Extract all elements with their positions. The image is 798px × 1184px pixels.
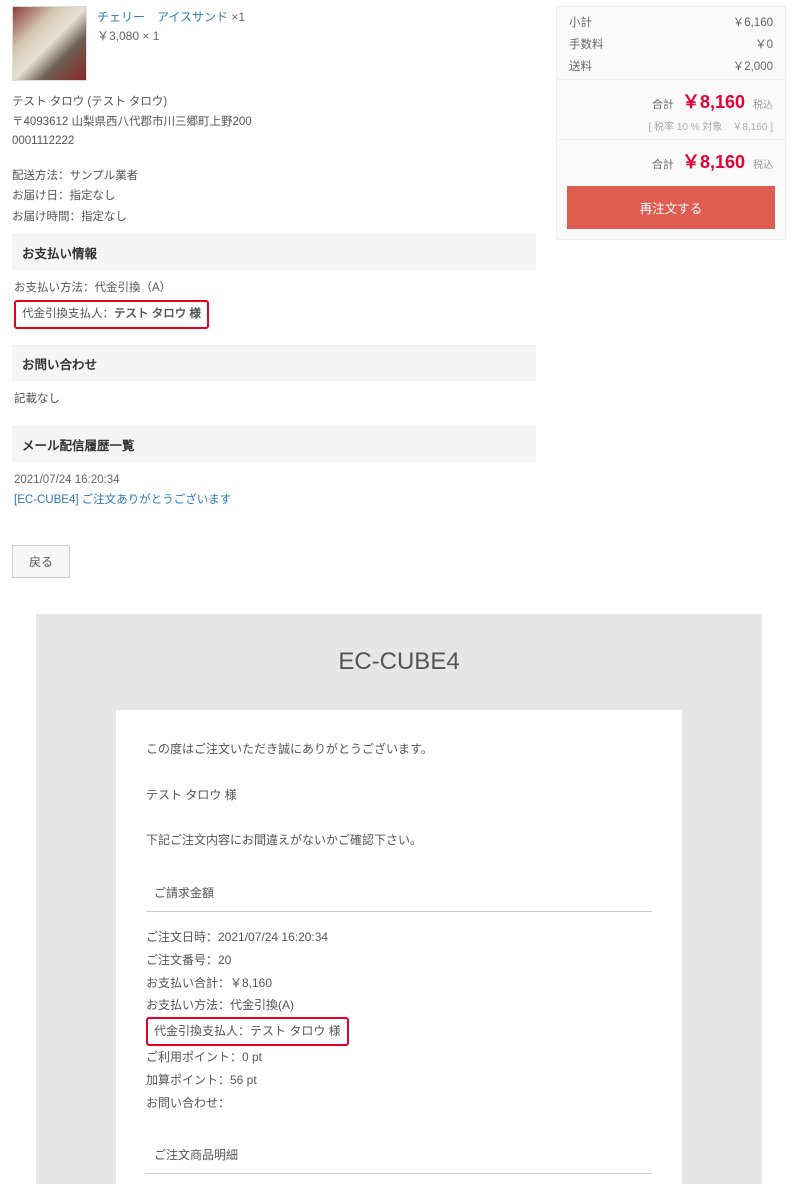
fee-label: 手数料 [569, 36, 604, 52]
email-section-items: ご注文商品明細 [146, 1138, 652, 1174]
subtotal-label: 小計 [569, 14, 592, 30]
contact-section-header: お問い合わせ [12, 345, 536, 381]
payment-payer-name: テスト タロウ 様 [114, 308, 201, 320]
summary-ship-row: 送料 ￥2,000 [569, 55, 773, 77]
summary-panel: 小計 ￥6,160 手数料 ￥0 送料 ￥2,000 合計 ￥8,160 税込 … [556, 6, 786, 240]
email-pay-total: お支払い合計：￥8,160 [146, 972, 652, 995]
email-section-bill: ご請求金額 [146, 876, 652, 912]
product-row: チェリー アイスサンド ×1 ￥3,080 × 1 [12, 6, 536, 81]
back-button[interactable]: 戻る [12, 545, 70, 578]
tax-detail: [ 税率 10 % 対象 ￥8,160 ] [557, 118, 785, 139]
grand-tax-label: 税込 [753, 156, 773, 171]
payment-method: お支払い方法：代金引換（A） [14, 278, 530, 299]
total-tax-label: 税込 [753, 96, 773, 111]
shipping-time: お届け時間：指定なし [12, 207, 536, 228]
fee-value: ￥0 [755, 36, 773, 52]
email-add-point: 加算ポイント：56 pt [146, 1069, 652, 1092]
email-customer: テスト タロウ 様 [146, 784, 652, 807]
email-order-no: ご注文番号：20 [146, 949, 652, 972]
product-qty: ×1 [228, 10, 245, 24]
email-payer-highlight: 代金引換支払人：テスト タロウ 様 [146, 1017, 349, 1046]
email-pay-method: お支払い方法：代金引換(A) [146, 994, 652, 1017]
email-confirm: 下記ご注文内容にお間違えがないかご確認下さい。 [146, 829, 652, 852]
shipping-method: 配送方法：サンプル業者 [12, 166, 536, 187]
email-preview-panel: EC-CUBE4 この度はご注文いただき誠にありがとうございます。 テスト タロ… [36, 614, 762, 1184]
total-value: ￥8,160 [682, 88, 745, 114]
total-label: 合計 [652, 96, 674, 112]
email-order-date: ご注文日時：2021/07/24 16:20:34 [146, 926, 652, 949]
product-price: ￥3,080 × 1 [97, 27, 245, 44]
shipping-method-block: 配送方法：サンプル業者 お届け日：指定なし お届け時間：指定なし [12, 166, 536, 228]
email-body: この度はご注文いただき誠にありがとうございます。 テスト タロウ 様 下記ご注文… [116, 710, 682, 1184]
email-title: EC-CUBE4 [36, 648, 762, 676]
mail-section-body: 2021/07/24 16:20:34 [EC-CUBE4] ご注文ありがとうご… [12, 462, 536, 521]
contact-body: 記載なし [12, 381, 536, 420]
email-greeting: この度はご注文いただき誠にありがとうございます。 [146, 738, 652, 761]
payment-payer-prefix: 代金引換支払人： [22, 308, 114, 320]
ship-label: 送料 [569, 58, 592, 74]
ship-value: ￥2,000 [733, 58, 773, 74]
summary-fee-row: 手数料 ￥0 [569, 33, 773, 55]
subtotal-value: ￥6,160 [733, 14, 773, 30]
product-image [12, 6, 87, 81]
mail-link[interactable]: [EC-CUBE4] ご注文ありがとうございます [14, 494, 231, 506]
payment-section-header: お支払い情報 [12, 234, 536, 270]
shipping-date: お届け日：指定なし [12, 186, 536, 207]
payment-payer-highlight: 代金引換支払人：テスト タロウ 様 [14, 300, 209, 329]
email-contact: お問い合わせ： [146, 1092, 652, 1115]
mail-section-header: メール配信履歴一覧 [12, 426, 536, 462]
product-name[interactable]: チェリー アイスサンド ×1 [97, 8, 245, 25]
shipping-address: 〒4093612 山梨県西八代郡市川三郷町上野200 [12, 113, 536, 133]
shipping-address-block: テスト タロウ (テスト タロウ) 〒4093612 山梨県西八代郡市川三郷町上… [12, 93, 536, 152]
grand-label: 合計 [652, 156, 674, 172]
payment-section-body: お支払い方法：代金引換（A） 代金引換支払人：テスト タロウ 様 [12, 270, 536, 339]
grand-value: ￥8,160 [682, 148, 745, 174]
summary-subtotal-row: 小計 ￥6,160 [569, 11, 773, 33]
shipping-phone: 0001112222 [12, 132, 536, 152]
reorder-button[interactable]: 再注文する [567, 186, 775, 229]
product-name-text: チェリー アイスサンド [97, 10, 228, 24]
summary-total-row: 合計 ￥8,160 税込 [557, 79, 785, 118]
shipping-name: テスト タロウ (テスト タロウ) [12, 93, 536, 113]
email-use-point: ご利用ポイント：0 pt [146, 1046, 652, 1069]
summary-grand-row: 合計 ￥8,160 税込 [557, 139, 785, 178]
mail-date: 2021/07/24 16:20:34 [14, 470, 530, 491]
